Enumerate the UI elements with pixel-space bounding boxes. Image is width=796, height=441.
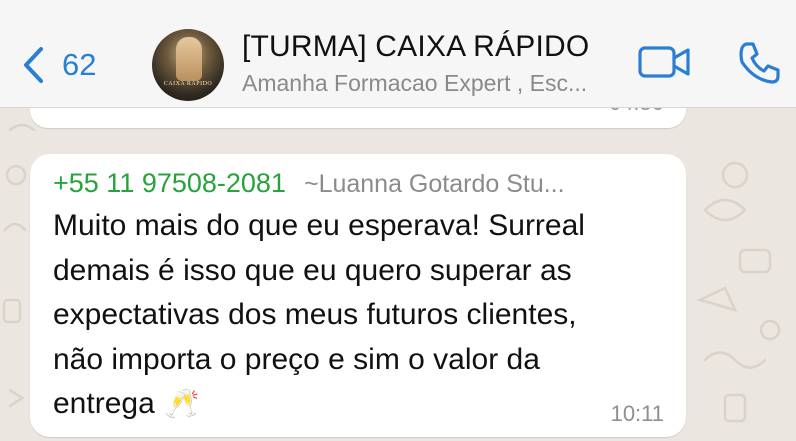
- chat-title[interactable]: [TURMA] CAIXA RÁPIDO: [242, 30, 622, 64]
- group-avatar[interactable]: CAIXA RÁPIDO: [152, 29, 224, 101]
- video-call-button[interactable]: [638, 44, 692, 85]
- message-time: 10:11: [610, 401, 664, 426]
- clinking-glasses-emoji: 🥂: [164, 387, 200, 420]
- message-line: Muito mais do que eu esperava! Surreal: [53, 209, 585, 242]
- message-line: expectativas dos meus futuros clientes,: [53, 298, 577, 331]
- unread-count: 62: [62, 47, 97, 82]
- message-line-last: entrega 🥂: [53, 382, 668, 427]
- video-camera-icon: [638, 46, 692, 84]
- avatar-figure: [176, 37, 202, 81]
- message-text: Muito mais do que eu esperava! Surreal d…: [53, 204, 668, 427]
- back-button[interactable]: 62: [22, 40, 96, 90]
- message-line-text: entrega: [53, 387, 155, 420]
- voice-call-button[interactable]: [736, 40, 782, 91]
- chevron-left-icon: [22, 46, 44, 84]
- message-bubble[interactable]: +55 11 97508-2081 ~Luanna Gotardo Stu...…: [30, 154, 686, 437]
- sender-name[interactable]: ~Luanna Gotardo Stu...: [304, 170, 565, 199]
- message-sender: +55 11 97508-2081 ~Luanna Gotardo Stu...: [53, 168, 668, 199]
- avatar-caption: CAIXA RÁPIDO: [163, 81, 213, 87]
- sender-phone[interactable]: +55 11 97508-2081: [53, 168, 286, 199]
- chat-header: 62 CAIXA RÁPIDO [TURMA] CAIXA RÁPIDO Ama…: [0, 0, 796, 108]
- chat-subtitle[interactable]: Amanha Formacao Expert , Esc...: [242, 70, 622, 97]
- phone-icon: [736, 42, 782, 90]
- message-line: não importa o preço e sim o valor da: [53, 342, 540, 376]
- message-line: demais é isso que eu quero superar as: [53, 253, 572, 287]
